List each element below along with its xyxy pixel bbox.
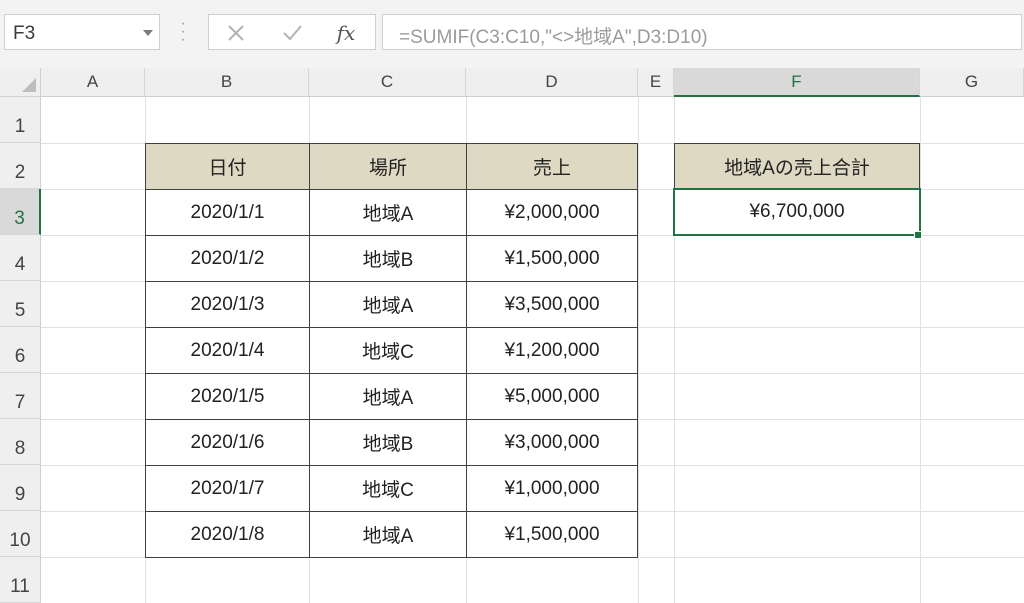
- row-header-5[interactable]: 5: [0, 281, 41, 327]
- table-cell-location[interactable]: 地域C: [309, 465, 467, 512]
- formula-bar-area: F3 · · · fx =SUMIF(C3:C10,"<>地域A",D3:D10): [0, 0, 1024, 68]
- row-header-10[interactable]: 10: [0, 511, 41, 557]
- table-cell-date[interactable]: 2020/1/3: [145, 281, 310, 328]
- table-cell-date[interactable]: 2020/1/2: [145, 235, 310, 282]
- worksheet-grid[interactable]: A B C D E F G 1 2 3 4 5 6 7 8 9 10 11 日付…: [0, 68, 1024, 603]
- cancel-icon[interactable]: [221, 20, 251, 46]
- table-header-location[interactable]: 場所: [309, 143, 467, 190]
- name-box-value: F3: [13, 23, 36, 44]
- summary-header[interactable]: 地域Aの売上合計: [674, 143, 920, 190]
- name-box-dropdown-icon[interactable]: [143, 30, 153, 36]
- table-cell-date[interactable]: 2020/1/8: [145, 511, 310, 558]
- insert-function-button[interactable]: fx: [331, 20, 361, 46]
- row-header-11[interactable]: 11: [0, 557, 41, 603]
- table-cell-location[interactable]: 地域B: [309, 235, 467, 282]
- row-header-3[interactable]: 3: [0, 189, 41, 235]
- formula-input[interactable]: =SUMIF(C3:C10,"<>地域A",D3:D10): [382, 14, 1022, 50]
- row-header-7[interactable]: 7: [0, 373, 41, 419]
- formula-buttons: fx: [208, 14, 376, 50]
- table-cell-date[interactable]: 2020/1/1: [145, 189, 310, 236]
- table-cell-location[interactable]: 地域C: [309, 327, 467, 374]
- table-cell-sales[interactable]: ¥3,000,000: [466, 419, 638, 466]
- name-box[interactable]: F3: [4, 14, 160, 50]
- row-header-8[interactable]: 8: [0, 419, 41, 465]
- column-header-e[interactable]: E: [638, 68, 674, 97]
- row-header-4[interactable]: 4: [0, 235, 41, 281]
- table-cell-date[interactable]: 2020/1/7: [145, 465, 310, 512]
- table-cell-location[interactable]: 地域A: [309, 189, 467, 236]
- row-header-6[interactable]: 6: [0, 327, 41, 373]
- column-header-b[interactable]: B: [145, 68, 309, 97]
- column-header-a[interactable]: A: [41, 68, 145, 97]
- select-all-button[interactable]: [0, 68, 41, 97]
- formula-bar-grip-icon[interactable]: · · ·: [180, 16, 186, 48]
- table-cell-sales[interactable]: ¥1,500,000: [466, 235, 638, 282]
- table-cell-sales[interactable]: ¥1,000,000: [466, 465, 638, 512]
- column-header-g[interactable]: G: [920, 68, 1024, 97]
- table-cell-sales[interactable]: ¥1,200,000: [466, 327, 638, 374]
- table-cell-sales[interactable]: ¥3,500,000: [466, 281, 638, 328]
- formula-text: =SUMIF(C3:C10,"<>地域A",D3:D10): [399, 27, 708, 48]
- table-cell-location[interactable]: 地域B: [309, 419, 467, 466]
- row-header-9[interactable]: 9: [0, 465, 41, 511]
- summary-value-cell-selected[interactable]: ¥6,700,000: [673, 188, 921, 236]
- gridline: [920, 97, 921, 603]
- table-cell-sales[interactable]: ¥1,500,000: [466, 511, 638, 558]
- table-header-sales[interactable]: 売上: [466, 143, 638, 190]
- checkmark-icon[interactable]: [277, 20, 307, 46]
- fill-handle[interactable]: [914, 231, 922, 239]
- table-cell-location[interactable]: 地域A: [309, 281, 467, 328]
- column-header-c[interactable]: C: [309, 68, 466, 97]
- gridline: [638, 97, 639, 603]
- table-cell-sales[interactable]: ¥5,000,000: [466, 373, 638, 420]
- table-cell-sales[interactable]: ¥2,000,000: [466, 189, 638, 236]
- table-cell-date[interactable]: 2020/1/6: [145, 419, 310, 466]
- table-cell-date[interactable]: 2020/1/5: [145, 373, 310, 420]
- row-header-1[interactable]: 1: [0, 97, 41, 143]
- table-header-date[interactable]: 日付: [145, 143, 310, 190]
- table-cell-date[interactable]: 2020/1/4: [145, 327, 310, 374]
- column-header-d[interactable]: D: [466, 68, 638, 97]
- table-cell-location[interactable]: 地域A: [309, 511, 467, 558]
- column-header-f[interactable]: F: [674, 68, 920, 97]
- table-cell-location[interactable]: 地域A: [309, 373, 467, 420]
- row-header-2[interactable]: 2: [0, 143, 41, 189]
